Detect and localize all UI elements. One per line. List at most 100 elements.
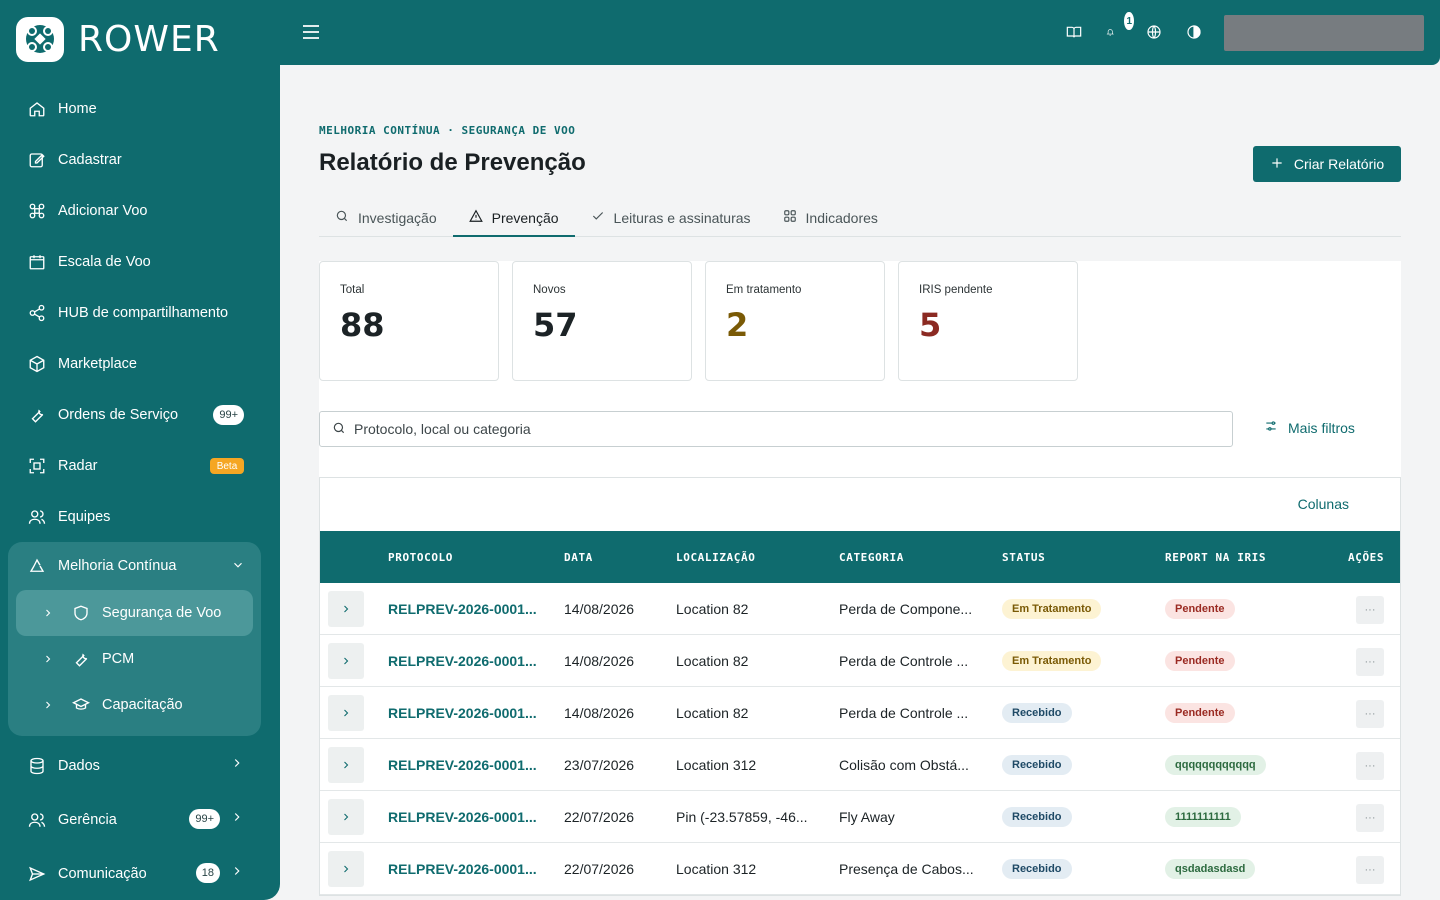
column-header-data[interactable]: DATA [564,551,593,564]
expand-row-button[interactable] [328,591,364,627]
prevencao-panel: Total 88 Novos 57 Em tratamento 2 IRIS p… [319,261,1401,896]
location-cell: Location 82 [676,705,749,721]
expand-row-button[interactable] [328,851,364,887]
protocol-link[interactable]: RELPREV-2026-0001... [388,705,538,721]
sidebar-item-pcm[interactable]: PCM [16,636,253,682]
sidebar-item-radar[interactable]: Radar Beta [0,440,280,491]
status-badge: Recebido [1002,807,1072,827]
protocol-link[interactable]: RELPREV-2026-0001... [388,861,538,877]
more-actions-button[interactable]: ··· [1356,648,1384,676]
sidebar-item-cadastrar[interactable]: Cadastrar [0,134,280,185]
tab-indicadores[interactable]: Indicadores [767,199,894,236]
table-row[interactable]: RELPREV-2026-0001... 14/08/2026 Location… [320,687,1400,739]
table-header: PROTOCOLO DATA LOCALIZAÇÃO CATEGORIA STA… [320,531,1400,583]
table-row[interactable]: RELPREV-2026-0001... 22/07/2026 Pin (-23… [320,791,1400,843]
sidebar-item-hub[interactable]: HUB de compartilhamento [0,287,280,338]
tab-prevencao[interactable]: Prevenção [452,199,575,237]
sidebar-item-marketplace[interactable]: Marketplace [0,338,280,389]
stats-row: Total 88 Novos 57 Em tratamento 2 IRIS p… [319,261,1401,381]
menu-icon[interactable] [302,24,320,45]
table-row[interactable]: RELPREV-2026-0001... 14/08/2026 Location… [320,583,1400,635]
notification-badge: 1 [1124,12,1134,30]
bell-icon[interactable]: 1 [1106,12,1134,42]
more-actions-button[interactable]: ··· [1356,804,1384,832]
sidebar-item-escala-de-voo[interactable]: Escala de Voo [0,236,280,287]
iris-badge: Pendente [1165,651,1235,671]
sidebar-item-gerencia[interactable]: Gerência 99+ [0,793,280,847]
table-row[interactable]: RELPREV-2026-0001... 23/07/2026 Location… [320,739,1400,791]
table-toolbar: Colunas [320,478,1400,531]
chevron-right-icon [344,813,349,821]
column-header-report-iris[interactable]: REPORT NA IRIS [1165,551,1266,564]
sidebar-item-dados[interactable]: Dados [0,739,280,793]
location-cell: Location 82 [676,653,749,669]
column-header-protocolo[interactable]: PROTOCOLO [388,551,453,564]
sidebar-item-adicionar-voo[interactable]: Adicionar Voo [0,185,280,236]
tab-label: Prevenção [491,209,559,226]
more-actions-button[interactable]: ··· [1356,856,1384,884]
stat-card-novos: Novos 57 [512,261,692,381]
category-cell: Perda de Controle ... [839,653,969,669]
tab-label: Indicadores [805,209,878,226]
sidebar-item-capacitacao[interactable]: Capacitação [16,682,253,728]
expand-row-button[interactable] [328,747,364,783]
stat-value: 57 [533,306,578,344]
sidebar-item-label: Marketplace [58,355,137,372]
book-icon[interactable] [1066,24,1084,42]
sidebar-item-label: Home [58,100,97,117]
chevron-down-icon [231,558,245,576]
more-filters-button[interactable]: Mais filtros [1264,419,1355,436]
more-actions-button[interactable]: ··· [1356,752,1384,780]
status-badge: Recebido [1002,755,1072,775]
stat-card-total: Total 88 [319,261,499,381]
status-badge: Em Tratamento [1002,651,1102,671]
chevron-right-icon [344,865,349,873]
column-header-categoria[interactable]: CATEGORIA [839,551,904,564]
more-actions-button[interactable]: ··· [1356,596,1384,624]
sidebar-item-ordens-de-servico[interactable]: Ordens de Serviço 99+ [0,389,280,440]
search-input[interactable]: Protocolo, local ou categoria [319,411,1233,447]
tab-leituras[interactable]: Leituras e assinaturas [575,199,767,236]
column-header-localizacao[interactable]: LOCALIZAÇÃO [676,551,755,564]
sidebar-group-label: Melhoria Contínua [58,558,177,574]
stat-value: 88 [340,306,385,344]
beta-badge: Beta [210,458,244,474]
sidebar-item-label: Comunicação [58,866,147,882]
column-header-status[interactable]: STATUS [1002,551,1045,564]
contrast-icon[interactable] [1186,24,1204,42]
sidebar-group-header[interactable]: Melhoria Contínua [8,542,261,590]
expand-row-button[interactable] [328,643,364,679]
columns-button[interactable]: Colunas [1298,496,1349,512]
expand-row-button[interactable] [328,695,364,731]
globe-icon[interactable] [1146,24,1164,42]
protocol-link[interactable]: RELPREV-2026-0001... [388,601,538,617]
stat-value: 2 [726,306,749,344]
sidebar-item-label: Segurança de Voo [102,605,222,621]
sidebar-item-seguranca-de-voo[interactable]: Segurança de Voo [16,590,253,636]
stat-label: Em tratamento [726,284,802,296]
more-actions-button[interactable]: ··· [1356,700,1384,728]
database-icon [28,757,46,775]
sidebar-item-home[interactable]: Home [0,83,280,134]
brand[interactable]: ROWER [0,0,280,78]
table-row[interactable]: RELPREV-2026-0001... 14/08/2026 Location… [320,635,1400,687]
table-row[interactable]: RELPREV-2026-0001... 22/07/2026 Location… [320,843,1400,895]
sidebar-item-comunicacao[interactable]: Comunicação 18 [0,847,280,900]
chevron-right-icon [42,653,56,665]
tab-investigacao[interactable]: Investigação [319,199,453,236]
protocol-link[interactable]: RELPREV-2026-0001... [388,653,538,669]
sidebar-item-equipes[interactable]: Equipes [0,491,280,542]
count-badge: 18 [195,863,220,883]
location-cell: Location 312 [676,757,757,773]
protocol-link[interactable]: RELPREV-2026-0001... [388,757,538,773]
stat-label: IRIS pendente [919,284,993,296]
expand-row-button[interactable] [328,799,364,835]
user-menu[interactable] [1224,15,1424,51]
search-icon [332,421,346,438]
main-content: MELHORIA CONTÍNUA · SEGURANÇA DE VOO Rel… [319,65,1401,896]
category-cell: Perda de Controle ... [839,705,969,721]
protocol-link[interactable]: RELPREV-2026-0001... [388,809,538,825]
tab-label: Leituras e assinaturas [613,209,751,226]
create-report-button[interactable]: Criar Relatório [1253,146,1401,182]
date-cell: 22/07/2026 [564,809,635,825]
